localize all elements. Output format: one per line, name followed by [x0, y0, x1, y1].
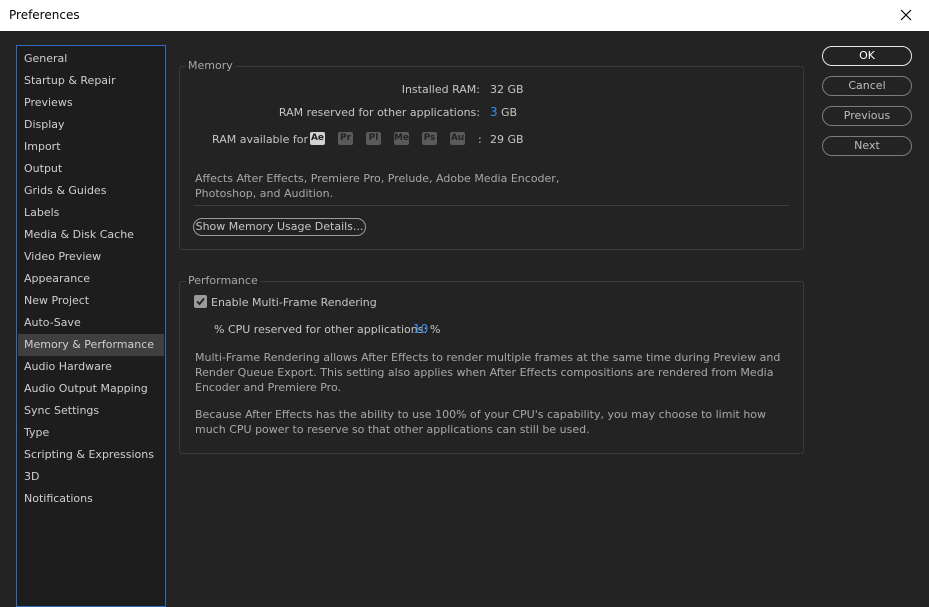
multi-frame-rendering-label[interactable]: Enable Multi-Frame Rendering: [211, 296, 377, 309]
ram-reserved-label: RAM reserved for other applications:: [278, 106, 480, 119]
cpu-limit-description-line-1: Because After Effects has the ability to…: [195, 408, 767, 421]
cpu-limit-description: Because After Effects has the ability to…: [195, 407, 795, 437]
badge-after-effects: Ae: [310, 132, 325, 145]
ram-available-colon: :: [478, 133, 482, 146]
mfr-description-line-3: Encoder and Premiere Pro.: [195, 381, 341, 394]
installed-ram-value: 32 GB: [490, 83, 524, 96]
installed-ram-label: Installed RAM:: [401, 83, 480, 96]
cpu-reserved-value[interactable]: 10: [413, 322, 428, 336]
performance-group-label: Performance: [186, 274, 260, 287]
app-badges: Ae Pr Pl Me Ps Au: [310, 132, 470, 145]
sidebar-item-labels[interactable]: Labels: [18, 202, 164, 224]
sidebar-item-output[interactable]: Output: [18, 158, 164, 180]
badge-prelude: Pl: [366, 132, 381, 145]
mfr-description: Multi-Frame Rendering allows After Effec…: [195, 350, 795, 395]
sidebar-item-new-project[interactable]: New Project: [18, 290, 164, 312]
badge-premiere-pro: Pr: [338, 132, 353, 145]
ram-available-label: RAM available for: [212, 133, 308, 146]
sidebar-item-sync-settings[interactable]: Sync Settings: [18, 400, 164, 422]
sidebar-item-display[interactable]: Display: [18, 114, 164, 136]
badge-photoshop: Ps: [422, 132, 437, 145]
ram-reserved-value[interactable]: 3: [490, 105, 498, 119]
ok-button[interactable]: OK: [822, 46, 912, 66]
cpu-reserved-label: % CPU reserved for other applications:: [214, 323, 428, 336]
memory-affects-line-1: Affects After Effects, Premiere Pro, Pre…: [195, 172, 560, 185]
sidebar-item-audio-hardware[interactable]: Audio Hardware: [18, 356, 164, 378]
sidebar-item-video-preview[interactable]: Video Preview: [18, 246, 164, 268]
badge-media-encoder: Me: [394, 132, 410, 145]
sidebar-item-audio-output-mapping[interactable]: Audio Output Mapping: [18, 378, 164, 400]
ram-reserved-unit: GB: [501, 106, 518, 119]
memory-divider: [194, 205, 789, 206]
preferences-sidebar: General Startup & Repair Previews Displa…: [16, 45, 166, 607]
ram-available-value: 29 GB: [490, 133, 524, 146]
cancel-button[interactable]: Cancel: [822, 76, 912, 96]
sidebar-item-notifications[interactable]: Notifications: [18, 488, 164, 510]
sidebar-item-type[interactable]: Type: [18, 422, 164, 444]
window-title: Preferences: [9, 8, 80, 22]
checkmark-icon: [196, 297, 205, 306]
close-button[interactable]: [883, 0, 929, 31]
cpu-reserved-unit: %: [430, 323, 441, 336]
cpu-limit-description-line-2: much CPU power to reserve so that other …: [195, 423, 590, 436]
title-bar: Preferences: [0, 0, 929, 31]
sidebar-item-media-disk-cache[interactable]: Media & Disk Cache: [18, 224, 164, 246]
next-button[interactable]: Next: [822, 136, 912, 156]
memory-affects-line-2: Photoshop, and Audition.: [195, 187, 334, 200]
sidebar-item-auto-save[interactable]: Auto-Save: [18, 312, 164, 334]
mfr-description-line-2: Render Queue Export. This setting also a…: [195, 366, 774, 379]
memory-affects-text: Affects After Effects, Premiere Pro, Pre…: [195, 171, 615, 201]
sidebar-item-grids-guides[interactable]: Grids & Guides: [18, 180, 164, 202]
sidebar-item-memory-performance[interactable]: Memory & Performance: [18, 334, 164, 356]
badge-audition: Au: [450, 132, 465, 145]
sidebar-item-startup-repair[interactable]: Startup & Repair: [18, 70, 164, 92]
sidebar-item-previews[interactable]: Previews: [18, 92, 164, 114]
sidebar-item-import[interactable]: Import: [18, 136, 164, 158]
multi-frame-rendering-checkbox[interactable]: [194, 295, 207, 308]
previous-button[interactable]: Previous: [822, 106, 912, 126]
close-icon: [900, 9, 912, 21]
mfr-description-line-1: Multi-Frame Rendering allows After Effec…: [195, 351, 781, 364]
memory-group-label: Memory: [186, 59, 235, 72]
sidebar-item-appearance[interactable]: Appearance: [18, 268, 164, 290]
sidebar-item-general[interactable]: General: [18, 48, 164, 70]
show-memory-usage-details-button[interactable]: Show Memory Usage Details...: [193, 218, 366, 236]
sidebar-item-3d[interactable]: 3D: [18, 466, 164, 488]
sidebar-item-scripting-expressions[interactable]: Scripting & Expressions: [18, 444, 164, 466]
